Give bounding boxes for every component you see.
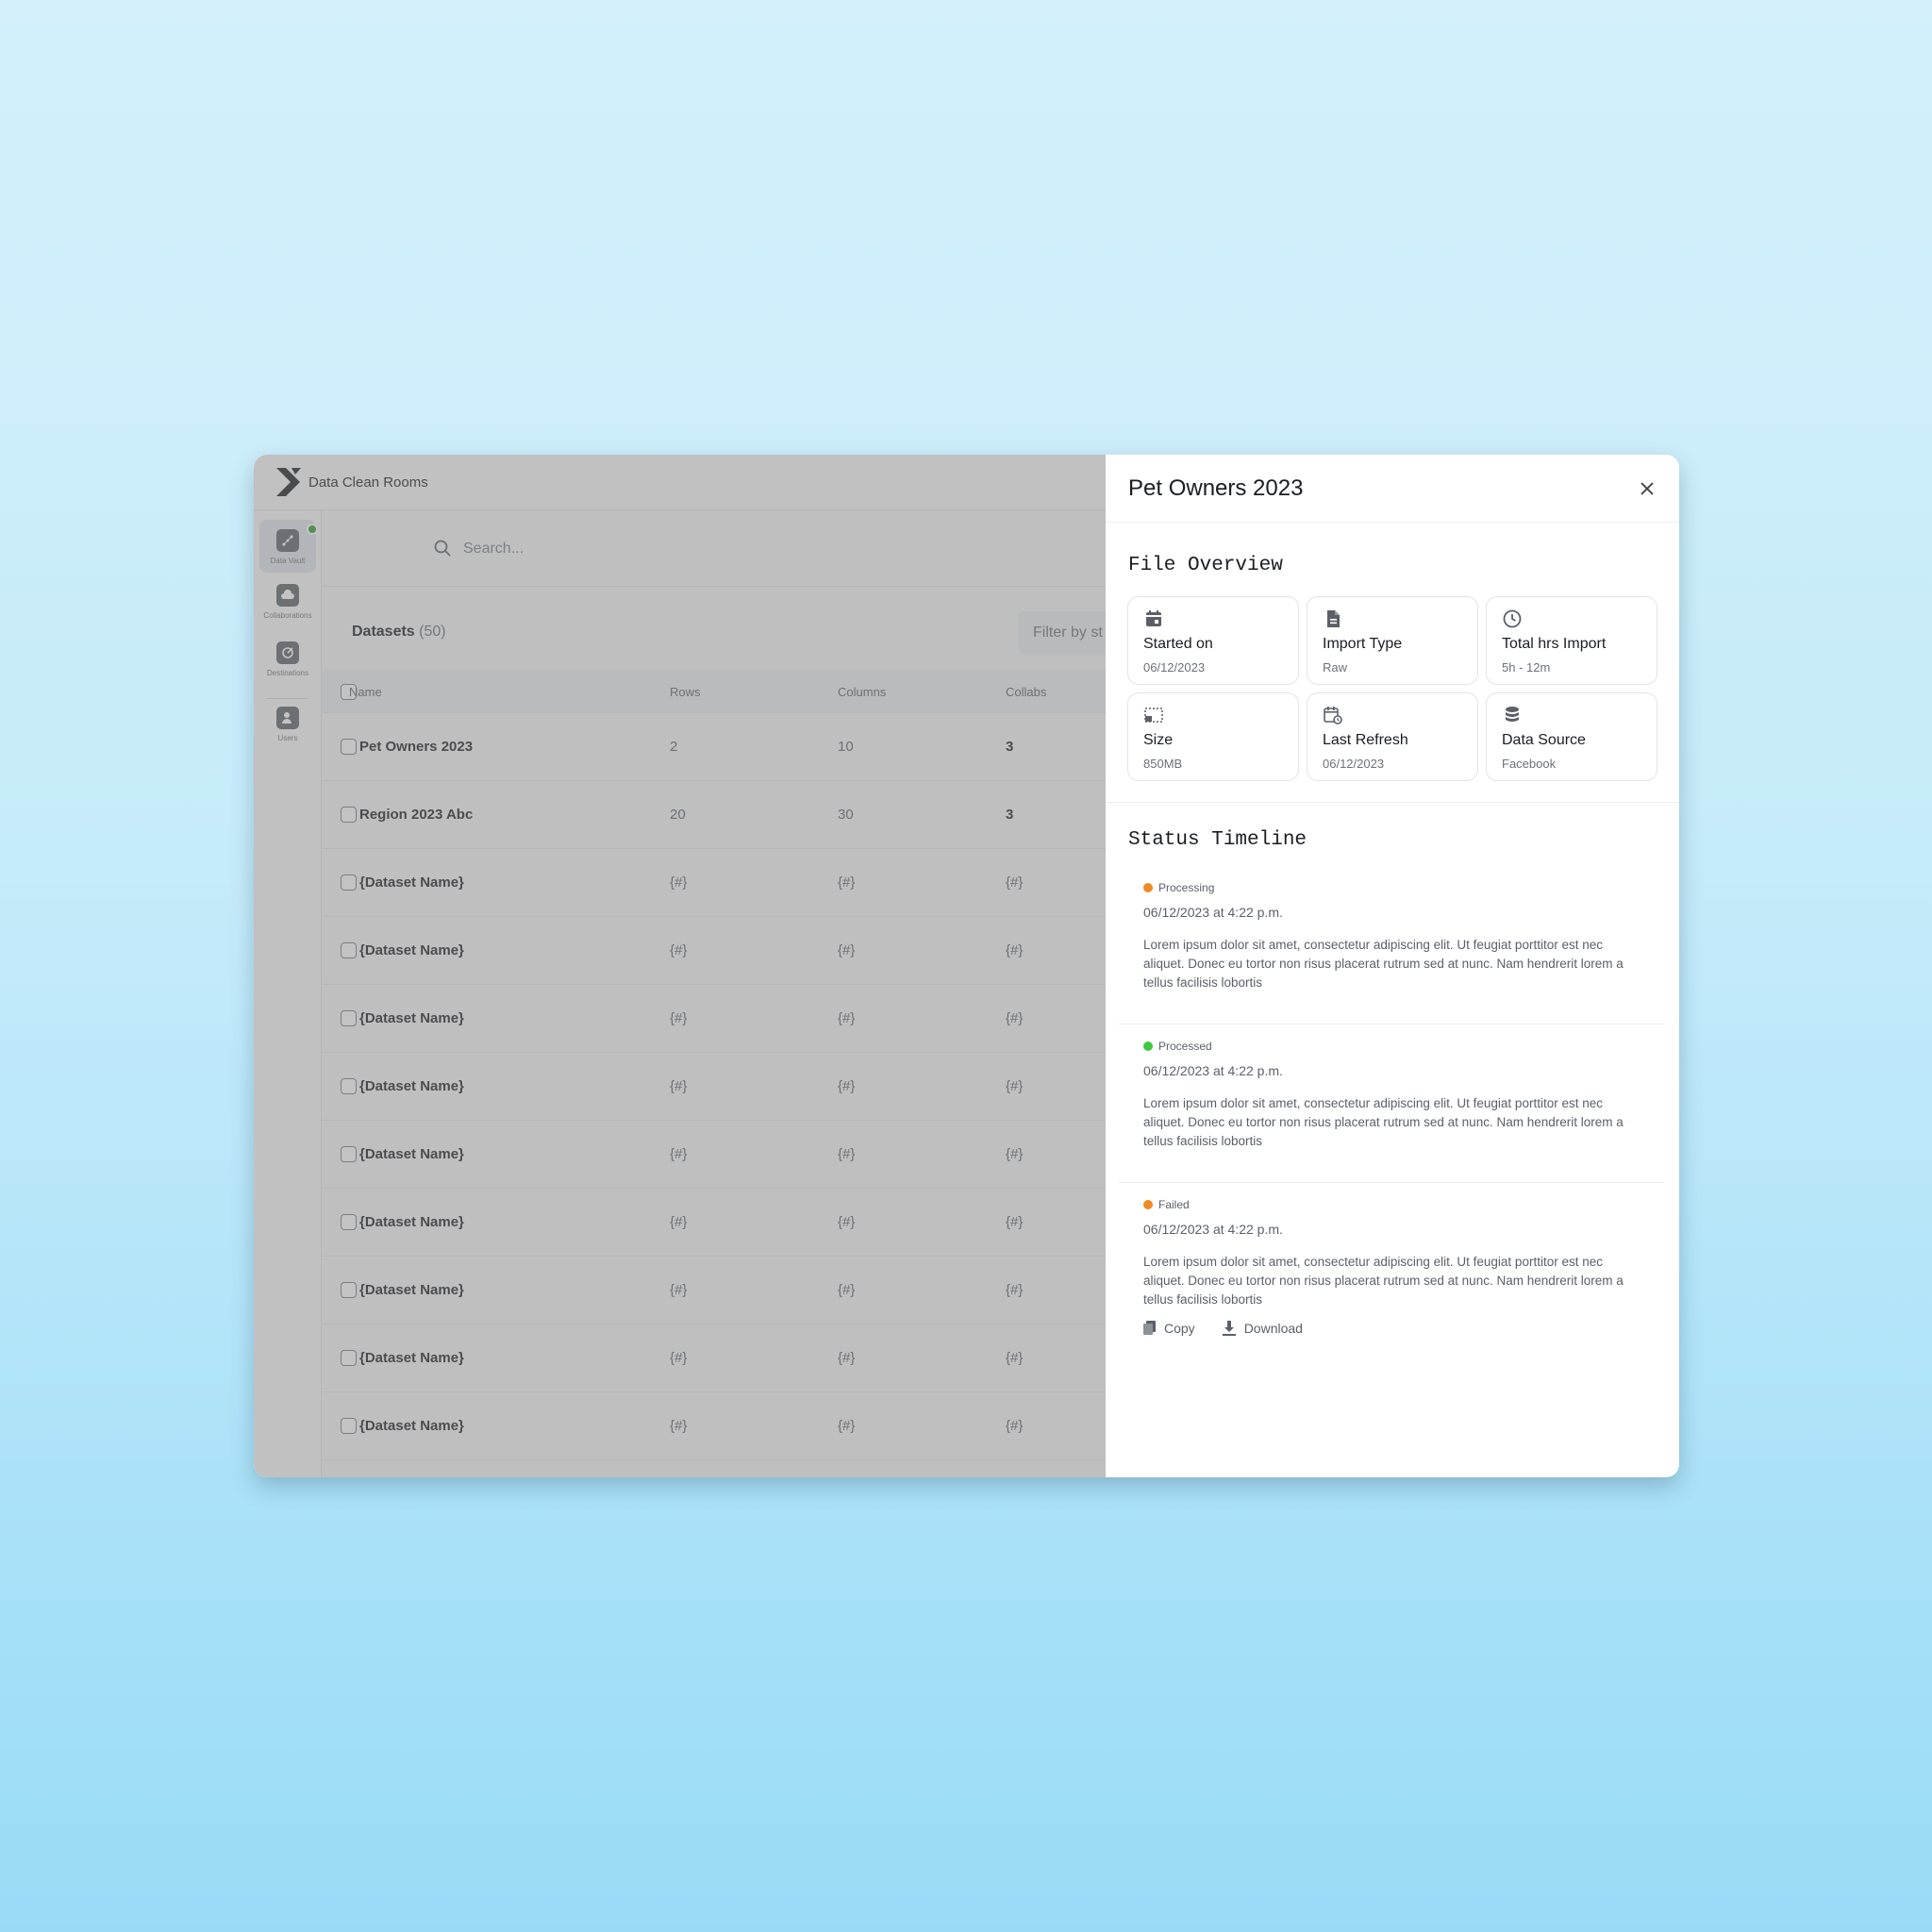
file-overview-title: File Overview xyxy=(1128,555,1283,576)
overview-card-import-type: Import Type Raw xyxy=(1307,596,1478,685)
timeline-date: 06/12/2023 at 4:22 p.m. xyxy=(1143,905,1283,920)
timeline-date: 06/12/2023 at 4:22 p.m. xyxy=(1143,1063,1283,1078)
status-label: Failed xyxy=(1158,1198,1190,1211)
timeline-date: 06/12/2023 at 4:22 p.m. xyxy=(1143,1222,1283,1237)
status-dot xyxy=(1143,883,1153,892)
timeline-separator xyxy=(1119,1182,1664,1183)
copy-label: Copy xyxy=(1164,1321,1195,1336)
close-button[interactable] xyxy=(1636,477,1658,500)
drawer-title: Pet Owners 2023 xyxy=(1128,475,1304,501)
overview-card-total-hrs-import: Total hrs Import 5h - 12m xyxy=(1486,596,1657,685)
app-window: Data Clean Rooms Data Vault Collaboratio… xyxy=(254,455,1679,1477)
copy-button[interactable]: Copy xyxy=(1143,1321,1195,1336)
card-label: Total hrs Import xyxy=(1502,636,1607,652)
card-value: Raw xyxy=(1323,660,1348,675)
status-badge: Failed xyxy=(1143,1198,1190,1211)
timeline-description: Lorem ipsum dolor sit amet, consectetur … xyxy=(1143,1255,1624,1307)
card-label: Started on xyxy=(1143,636,1213,652)
status-label: Processed xyxy=(1158,1040,1212,1053)
status-label: Processing xyxy=(1158,881,1215,894)
clock-icon xyxy=(1502,608,1523,629)
calendar-refresh-icon xyxy=(1323,705,1343,725)
card-value: Facebook xyxy=(1502,757,1557,771)
copy-icon xyxy=(1143,1321,1156,1335)
overview-card-size: Size 850MB xyxy=(1127,692,1299,781)
status-dot xyxy=(1143,1041,1153,1051)
card-value: 06/12/2023 xyxy=(1323,757,1385,771)
timeline-actions: Copy Download xyxy=(1143,1320,1329,1337)
timeline-description: Lorem ipsum dolor sit amet, consectetur … xyxy=(1143,1096,1624,1148)
card-label: Size xyxy=(1143,732,1174,748)
timeline-description: Lorem ipsum dolor sit amet, consectetur … xyxy=(1143,938,1624,990)
size-icon xyxy=(1143,705,1164,725)
calendar-icon xyxy=(1143,608,1164,629)
close-icon xyxy=(1641,482,1654,495)
modal-overlay[interactable] xyxy=(254,455,1106,1477)
card-label: Data Source xyxy=(1502,732,1586,748)
overview-card-data-source: Data Source Facebook xyxy=(1486,692,1657,781)
status-badge: Processing xyxy=(1143,881,1214,894)
card-value: 850MB xyxy=(1143,757,1183,771)
section-divider xyxy=(1106,802,1679,803)
download-icon xyxy=(1222,1321,1236,1336)
download-button[interactable]: Download xyxy=(1222,1320,1303,1337)
download-label: Download xyxy=(1243,1321,1303,1336)
document-icon xyxy=(1323,608,1343,629)
drawer-header: Pet Owners 2023 xyxy=(1106,455,1679,523)
details-drawer: Pet Owners 2023 File Overview Started on… xyxy=(1106,455,1679,1477)
card-value: 5h - 12m xyxy=(1502,660,1551,675)
status-badge: Processed xyxy=(1143,1040,1212,1053)
status-dot xyxy=(1143,1200,1153,1209)
database-icon xyxy=(1502,705,1523,725)
card-value: 06/12/2023 xyxy=(1143,660,1206,675)
card-label: Import Type xyxy=(1323,636,1403,652)
overview-card-last-refresh: Last Refresh 06/12/2023 xyxy=(1307,692,1478,781)
status-timeline-title: Status Timeline xyxy=(1128,829,1307,851)
card-label: Last Refresh xyxy=(1323,732,1408,748)
overview-card-started-on: Started on 06/12/2023 xyxy=(1127,596,1299,685)
